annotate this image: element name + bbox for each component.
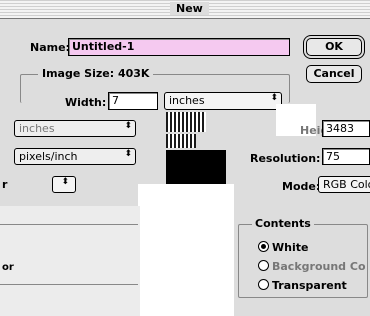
- cancel-button[interactable]: Cancel: [306, 65, 362, 83]
- mode-fragment-select[interactable]: ⬍: [52, 176, 76, 193]
- select-arrows-icon: ⬍: [124, 121, 132, 131]
- dither-block-2: [166, 150, 226, 184]
- width-label: Width:: [65, 96, 107, 109]
- window-title: New: [170, 2, 209, 15]
- divider: [0, 224, 138, 225]
- radio-background-label: Background Color: [272, 260, 366, 273]
- mode-select[interactable]: RGB Color: [318, 176, 370, 193]
- image-size-caption: Image Size:: [42, 67, 115, 80]
- unit-select-2-value: pixels/inch: [19, 150, 78, 163]
- radio-white-label: White: [272, 241, 309, 254]
- radio-background-color[interactable]: Background Color: [258, 260, 366, 273]
- glitch-white-region: [138, 184, 234, 316]
- name-label: Name:: [30, 41, 70, 54]
- radio-unselected-icon: [258, 260, 269, 271]
- height-field[interactable]: 3483: [322, 120, 370, 137]
- radio-selected-icon: [258, 241, 269, 252]
- fragment-r: r: [2, 178, 8, 191]
- select-arrows-icon: ⬍: [61, 177, 69, 187]
- mode-value: RGB Color: [323, 178, 370, 191]
- mode-label: Mode:: [282, 180, 321, 193]
- dither-block-1: [166, 112, 206, 132]
- ok-button[interactable]: OK: [306, 38, 362, 56]
- width-unit-value: inches: [169, 94, 205, 107]
- image-size-label: Image Size: 403K: [38, 67, 154, 80]
- unit-select-1[interactable]: inches ⬍: [14, 120, 136, 137]
- radio-transparent-label: Transparent: [272, 279, 347, 292]
- new-document-dialog: New Name: Untitled-1 OK Cancel Image Siz…: [0, 0, 370, 316]
- select-arrows-icon: ⬍: [270, 93, 278, 103]
- dither-block-3: [166, 134, 196, 148]
- divider: [0, 284, 138, 285]
- radio-white[interactable]: White: [258, 241, 308, 254]
- contents-label: Contents: [252, 217, 314, 230]
- radio-unselected-icon: [258, 279, 269, 290]
- radio-transparent[interactable]: Transparent: [258, 279, 347, 292]
- image-size-value: 403K: [117, 67, 150, 80]
- glitch-left-region: [0, 206, 140, 316]
- width-unit-select[interactable]: inches ⬍: [164, 92, 282, 110]
- width-field[interactable]: 7: [108, 92, 158, 110]
- resolution-field[interactable]: 75: [322, 148, 370, 165]
- resolution-label: Resolution:: [250, 152, 321, 165]
- title-bar[interactable]: New: [0, 0, 370, 19]
- name-field[interactable]: Untitled-1: [68, 38, 290, 56]
- fragment-or: or: [2, 262, 14, 273]
- unit-select-2[interactable]: pixels/inch ⬍: [14, 148, 136, 165]
- select-arrows-icon: ⬍: [124, 149, 132, 159]
- unit-select-1-value: inches: [19, 122, 55, 135]
